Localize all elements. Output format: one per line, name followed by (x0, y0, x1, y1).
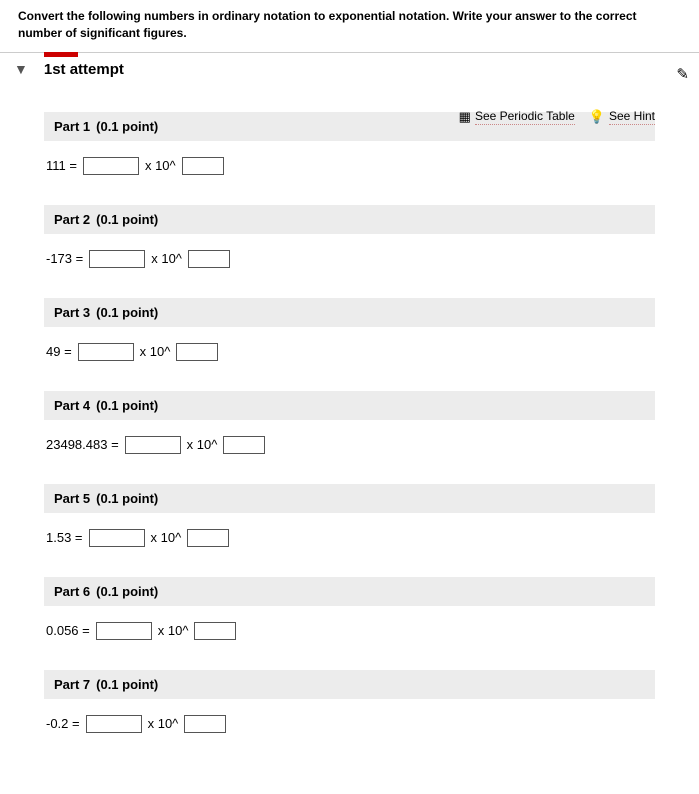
coefficient-input[interactable] (78, 343, 134, 361)
exponent-input[interactable] (184, 715, 226, 733)
exponent-input[interactable] (176, 343, 218, 361)
coefficient-input[interactable] (86, 715, 142, 733)
x10-label: x 10^ (158, 623, 189, 638)
part-header: Part 3 (0.1 point) (44, 298, 655, 327)
active-indicator (44, 52, 78, 57)
part-label: Part 2 (54, 212, 90, 227)
exponent-input[interactable] (188, 250, 230, 268)
exponent-input[interactable] (223, 436, 265, 454)
part-block: Part 4 (0.1 point) 23498.483 = x 10^ (44, 391, 655, 454)
hint-link[interactable]: 💡 See Hint (589, 109, 655, 125)
part-block: Part 7 (0.1 point) -0.2 = x 10^ (44, 670, 655, 733)
part-points: (0.1 point) (96, 398, 158, 413)
exponent-input[interactable] (182, 157, 224, 175)
part-points: (0.1 point) (96, 305, 158, 320)
part-header: Part 6 (0.1 point) (44, 577, 655, 606)
x10-label: x 10^ (140, 344, 171, 359)
part-label: Part 3 (54, 305, 90, 320)
part-block: Part 5 (0.1 point) 1.53 = x 10^ (44, 484, 655, 547)
table-icon: ▦ (459, 109, 471, 125)
part-header: Part 7 (0.1 point) (44, 670, 655, 699)
part-label: Part 6 (54, 584, 90, 599)
lhs-value: 49 = (46, 344, 72, 359)
answer-line: 111 = x 10^ (44, 141, 655, 175)
x10-label: x 10^ (151, 530, 182, 545)
attempt-title: 1st attempt (44, 61, 124, 78)
hint-label: See Hint (609, 109, 655, 125)
part-header: Part 5 (0.1 point) (44, 484, 655, 513)
part-block: ▦ See Periodic Table 💡 See Hint Part 1 (… (44, 112, 655, 175)
x10-label: x 10^ (151, 251, 182, 266)
attempt-header: ▼ 1st attempt ✎ (0, 53, 699, 84)
part-block: Part 2 (0.1 point) -173 = x 10^ (44, 205, 655, 268)
answer-line: 23498.483 = x 10^ (44, 420, 655, 454)
part-header: Part 2 (0.1 point) (44, 205, 655, 234)
part-label: Part 7 (54, 677, 90, 692)
coefficient-input[interactable] (125, 436, 181, 454)
part-block: Part 3 (0.1 point) 49 = x 10^ (44, 298, 655, 361)
x10-label: x 10^ (148, 716, 179, 731)
coefficient-input[interactable] (89, 529, 145, 547)
answer-line: -0.2 = x 10^ (44, 699, 655, 733)
question-instructions: Convert the following numbers in ordinar… (0, 0, 699, 52)
x10-label: x 10^ (187, 437, 218, 452)
exponent-input[interactable] (187, 529, 229, 547)
exponent-input[interactable] (194, 622, 236, 640)
periodic-table-link[interactable]: ▦ See Periodic Table (459, 109, 575, 125)
coefficient-input[interactable] (89, 250, 145, 268)
answer-line: 49 = x 10^ (44, 327, 655, 361)
edit-icon[interactable]: ✎ (676, 65, 689, 83)
parts-container: ▦ See Periodic Table 💡 See Hint Part 1 (… (0, 84, 699, 743)
answer-line: 0.056 = x 10^ (44, 606, 655, 640)
part-label: Part 4 (54, 398, 90, 413)
lhs-value: 111 = (46, 158, 77, 173)
answer-line: 1.53 = x 10^ (44, 513, 655, 547)
coefficient-input[interactable] (83, 157, 139, 175)
part-points: (0.1 point) (96, 677, 158, 692)
lhs-value: -173 = (46, 251, 83, 266)
coefficient-input[interactable] (96, 622, 152, 640)
part-points: (0.1 point) (96, 119, 158, 134)
top-links: ▦ See Periodic Table 💡 See Hint (459, 109, 655, 125)
part-block: Part 6 (0.1 point) 0.056 = x 10^ (44, 577, 655, 640)
lightbulb-icon: 💡 (589, 109, 605, 125)
lhs-value: 1.53 = (46, 530, 83, 545)
lhs-value: -0.2 = (46, 716, 80, 731)
part-points: (0.1 point) (96, 491, 158, 506)
lhs-value: 23498.483 = (46, 437, 119, 452)
chevron-down-icon[interactable]: ▼ (14, 61, 28, 77)
periodic-table-label: See Periodic Table (475, 109, 575, 125)
x10-label: x 10^ (145, 158, 176, 173)
part-label: Part 5 (54, 491, 90, 506)
part-header: Part 4 (0.1 point) (44, 391, 655, 420)
lhs-value: 0.056 = (46, 623, 90, 638)
part-points: (0.1 point) (96, 212, 158, 227)
part-label: Part 1 (54, 119, 90, 134)
answer-line: -173 = x 10^ (44, 234, 655, 268)
part-points: (0.1 point) (96, 584, 158, 599)
